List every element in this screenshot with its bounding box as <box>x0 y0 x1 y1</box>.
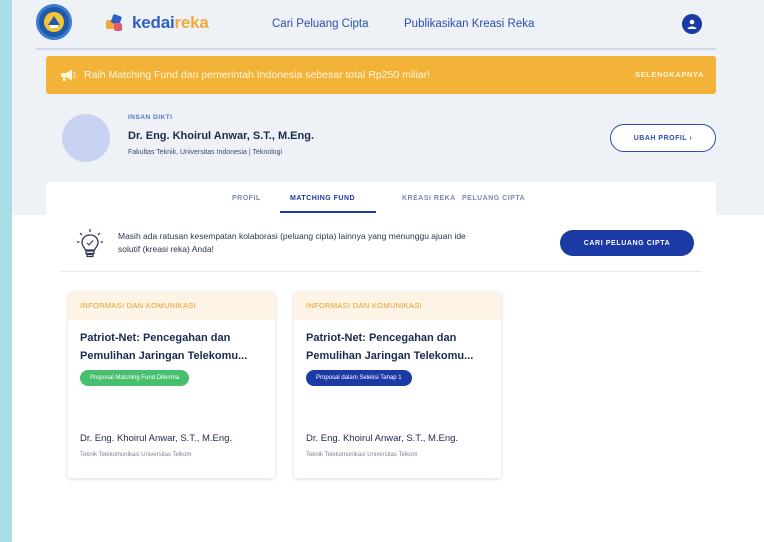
status-badge: Proposal dalam Seleksi Tahap 1 <box>306 370 412 386</box>
collaboration-info: Masih ada ratusan kesempatan kolaborasi … <box>60 222 702 272</box>
card-title[interactable]: Patriot-Net: Pencegahan dan Pemulihan Ja… <box>80 330 266 365</box>
lightbulb-icon <box>77 229 103 258</box>
card-title[interactable]: Patriot-Net: Pencegahan dan Pemulihan Ja… <box>306 330 492 365</box>
top-header: kedaireka Cari Peluang Cipta Publikasika… <box>36 0 716 50</box>
card-affiliation: Teknik Telekomunikasi Universitas Telkom <box>80 452 192 458</box>
edit-profile-button[interactable]: UBAH PROFIL › <box>610 124 716 152</box>
profile-name: Dr. Eng. Khoirul Anwar, S.T., M.Eng. <box>128 130 314 142</box>
announcement-banner: Raih Matching Fund dari pemerintah Indon… <box>46 56 716 94</box>
card-category: INFORMASI DAN KOMUNIKASI <box>68 292 275 320</box>
nav-publikasikan-kreasi-reka[interactable]: Publikasikan Kreasi Reka <box>404 18 534 30</box>
profile-role: INSAN DIKTI <box>128 114 173 121</box>
brand-name-part2: reka <box>174 13 209 32</box>
tab-kreasi-reka[interactable]: KREASI REKA <box>402 195 456 202</box>
find-opportunity-button[interactable]: CARI PELUANG CIPTA <box>560 230 694 256</box>
nav-cari-peluang-cipta[interactable]: Cari Peluang Cipta <box>272 18 369 30</box>
user-account-button[interactable] <box>682 14 702 34</box>
banner-more-link[interactable]: SELENGKAPNYA <box>635 70 704 79</box>
kedaireka-mark-icon <box>106 14 122 31</box>
active-tab-indicator <box>280 211 376 213</box>
status-badge: Proposal Matching Fund Diterima <box>80 370 190 386</box>
kedaireka-logo[interactable]: kedaireka <box>104 12 209 34</box>
main-content-card: PROFIL MATCHING FUND KREASI REKA PELUANG… <box>46 182 716 542</box>
user-icon <box>687 19 697 29</box>
profile-affiliation: Fakultas Teknik, Universitas Indonesia |… <box>128 149 283 156</box>
brand-name: kedaireka <box>132 13 209 33</box>
profile-tabs: PROFIL MATCHING FUND KREASI REKA PELUANG… <box>46 192 716 214</box>
avatar <box>62 114 110 162</box>
brand-name-part1: kedai <box>132 13 175 32</box>
banner-text: Raih Matching Fund dari pemerintah Indon… <box>84 69 431 81</box>
card-category: INFORMASI DAN KOMUNIKASI <box>294 292 501 320</box>
proposal-card[interactable]: INFORMASI DAN KOMUNIKASI Patriot-Net: Pe… <box>68 292 275 478</box>
collaboration-info-text: Masih ada ratusan kesempatan kolaborasi … <box>118 231 466 255</box>
government-logo-icon[interactable] <box>36 4 72 40</box>
tab-peluang-cipta[interactable]: PELUANG CIPTA <box>462 195 525 202</box>
megaphone-icon <box>61 69 76 81</box>
proposal-card[interactable]: INFORMASI DAN KOMUNIKASI Patriot-Net: Pe… <box>294 292 501 478</box>
tab-profil[interactable]: PROFIL <box>232 195 261 202</box>
card-author: Dr. Eng. Khoirul Anwar, S.T., M.Eng. <box>80 433 233 444</box>
tab-matching-fund[interactable]: MATCHING FUND <box>290 195 355 202</box>
card-affiliation: Teknik Telekomunikasi Universitas Telkom <box>306 452 418 458</box>
card-author: Dr. Eng. Khoirul Anwar, S.T., M.Eng. <box>306 433 459 444</box>
